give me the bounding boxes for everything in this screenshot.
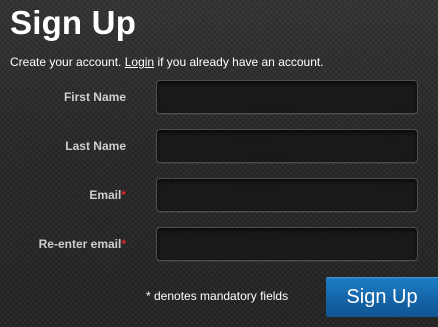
- sign-up-button[interactable]: Sign Up: [326, 277, 438, 317]
- reenter-email-label: Re-enter email*: [39, 236, 126, 252]
- subtitle-text-after: if you already have an account.: [154, 55, 324, 69]
- login-link[interactable]: Login: [125, 55, 154, 69]
- first-name-label-text: First Name: [63, 90, 126, 104]
- reenter-email-required-marker: *: [121, 237, 126, 251]
- reenter-email-input[interactable]: [156, 227, 418, 261]
- first-name-input[interactable]: [156, 80, 418, 114]
- last-name-label: Last Name: [65, 138, 126, 154]
- last-name-input[interactable]: [156, 129, 418, 163]
- email-required-marker: *: [121, 188, 126, 202]
- reenter-email-label-text: Re-enter email: [38, 237, 122, 251]
- email-label-text: Email: [89, 188, 122, 202]
- mandatory-fields-note: * denotes mandatory fields: [146, 289, 289, 303]
- email-label: Email*: [89, 187, 126, 203]
- page-title: Sign Up: [10, 4, 137, 41]
- last-name-label-text: Last Name: [65, 139, 126, 153]
- subtitle-text-before: Create your account.: [10, 55, 125, 69]
- subtitle: Create your account. Login if you alread…: [10, 54, 324, 70]
- email-input[interactable]: [156, 178, 418, 212]
- first-name-label: First Name: [64, 89, 126, 105]
